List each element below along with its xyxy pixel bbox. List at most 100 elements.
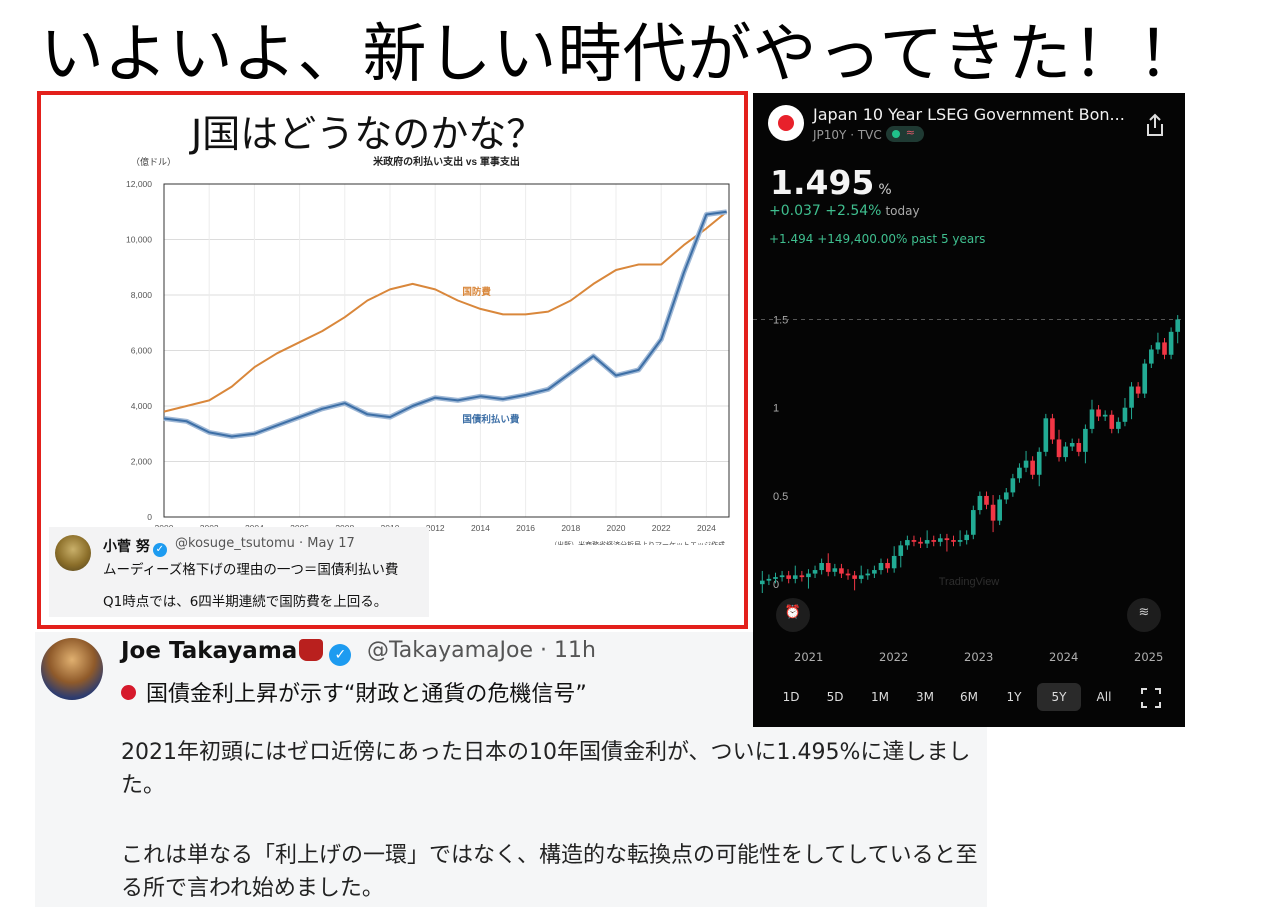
candle	[812, 570, 818, 574]
candle	[819, 563, 824, 571]
candle	[1076, 443, 1082, 452]
candle	[878, 563, 884, 571]
candle	[759, 580, 765, 585]
range-button-all[interactable]: All	[1087, 690, 1121, 704]
y-tick-label: 1	[773, 403, 779, 415]
candle	[1003, 492, 1009, 500]
series-line	[163, 210, 727, 438]
year-label: 2022	[879, 650, 909, 664]
x-tick-label: 2014	[471, 523, 490, 533]
candle	[905, 540, 910, 546]
candle	[997, 499, 1002, 521]
chart-title: 米政府の利払い支出 vs 軍事支出	[373, 155, 520, 168]
x-tick-label: 2016	[516, 523, 535, 533]
range-button-5y[interactable]: 5Y	[1037, 683, 1081, 711]
candle	[1129, 386, 1134, 408]
interest-vs-defense-chart: 米政府の利払い支出 vs 軍事支出 （億ドル） 0 2,000 4,000 6,000 8,…	[126, 155, 730, 545]
y-tick-label: 12,000	[126, 179, 152, 189]
candle	[786, 575, 791, 579]
candle	[977, 495, 983, 511]
headline: いよいよ、新しい時代がやってきた！！	[40, 18, 1203, 92]
candle	[845, 573, 851, 576]
candle	[872, 570, 877, 574]
area-chart-icon: ≋	[1138, 605, 1150, 620]
candle	[898, 545, 904, 556]
candle	[858, 575, 864, 579]
candle	[832, 568, 838, 572]
x-tick-label: 2018	[561, 523, 580, 533]
candle	[1168, 331, 1174, 355]
candle	[911, 540, 917, 542]
instrument-subtitle: JP10Y · TVC ≈	[813, 126, 924, 142]
range-button-1m[interactable]: 1M	[863, 690, 897, 704]
range-button-6m[interactable]: 6M	[952, 690, 986, 704]
candle	[964, 534, 970, 541]
tradingview-app: Japan 10 Year LSEG Government Bon... JP1…	[753, 93, 1185, 727]
verified-icon: ✓	[152, 543, 167, 557]
series-line-shadow	[163, 209, 728, 439]
candle	[990, 504, 996, 521]
range-button-1y[interactable]: 1Y	[997, 690, 1031, 704]
candle	[1023, 460, 1029, 468]
author-handle[interactable]: @TakayamaJoe · 11h	[367, 638, 596, 663]
candle	[1083, 428, 1088, 452]
author-name[interactable]: 小菅 努 ✓	[103, 536, 167, 557]
x-tick-label: 2020	[607, 523, 626, 533]
candle	[1010, 478, 1016, 493]
y-tick-label: 0	[147, 512, 152, 522]
candle	[1162, 342, 1167, 355]
x-tick-label: 2022	[652, 523, 671, 533]
candle	[944, 538, 950, 541]
candle	[924, 540, 930, 544]
range-button-3m[interactable]: 3M	[908, 690, 942, 704]
author-name[interactable]: Joe Takayama ✓	[121, 638, 352, 666]
candle	[957, 540, 963, 542]
year-label: 2024	[1049, 650, 1079, 664]
candlestick-chart[interactable]: 1.5 1 0.5 0 TradingView	[753, 293, 1185, 593]
tradingview-watermark: TradingView	[939, 576, 1000, 588]
candle	[799, 575, 805, 578]
candle	[1036, 451, 1042, 475]
share-icon[interactable]	[1144, 113, 1166, 137]
avatar[interactable]	[55, 535, 91, 571]
candle	[885, 563, 890, 569]
y-tick-label: 2,000	[131, 457, 153, 467]
tweet-paragraph-1: 2021年初頭にはゼロ近傍にあった日本の10年国債金利が、ついに1.495%に達…	[121, 740, 971, 798]
candle	[891, 555, 897, 569]
candle	[1175, 319, 1181, 332]
year-label: 2023	[964, 650, 994, 664]
fullscreen-icon[interactable]	[1141, 688, 1161, 708]
alert-button[interactable]: ⏰	[776, 598, 810, 632]
candle	[779, 575, 785, 578]
change-5y: +1.494 +149,400.00% past 5 years	[769, 232, 986, 246]
japan-flag-icon	[768, 105, 804, 141]
quoted-tweet[interactable]: 小菅 努 ✓ @kosuge_tsutomu · May 17 ムーディーズ格下げ…	[49, 527, 429, 617]
candle	[1116, 421, 1121, 429]
candle	[984, 495, 989, 505]
candle	[918, 541, 923, 544]
y-tick-label: 8,000	[131, 290, 153, 300]
x-tick-label: 2024	[697, 523, 716, 533]
candle	[938, 538, 943, 542]
instrument-title: Japan 10 Year LSEG Government Bon...	[813, 105, 1125, 124]
source-note: （出所）米商務省経済分析局よりマーケットエッジ作成	[550, 540, 725, 545]
candle	[839, 568, 844, 574]
series-label: 国防費	[462, 286, 491, 298]
chart-style-button[interactable]: ≋	[1127, 598, 1161, 632]
japan-flag-icon	[121, 685, 136, 700]
y-tick-label: 0	[773, 579, 779, 591]
candle	[1050, 418, 1055, 440]
candle	[951, 540, 956, 542]
candle	[825, 563, 831, 572]
range-button-5d[interactable]: 5D	[818, 690, 852, 704]
candle	[792, 575, 798, 579]
candle	[1135, 386, 1141, 394]
avatar[interactable]	[41, 638, 103, 700]
y-tick-label: 0.5	[773, 491, 788, 503]
candle	[766, 578, 772, 581]
range-button-1d[interactable]: 1D	[774, 690, 808, 704]
alarm-clock-icon: ⏰	[784, 605, 802, 620]
candle	[1030, 460, 1035, 475]
candle	[1102, 414, 1108, 417]
author-handle[interactable]: @kosuge_tsutomu · May 17	[175, 536, 355, 551]
